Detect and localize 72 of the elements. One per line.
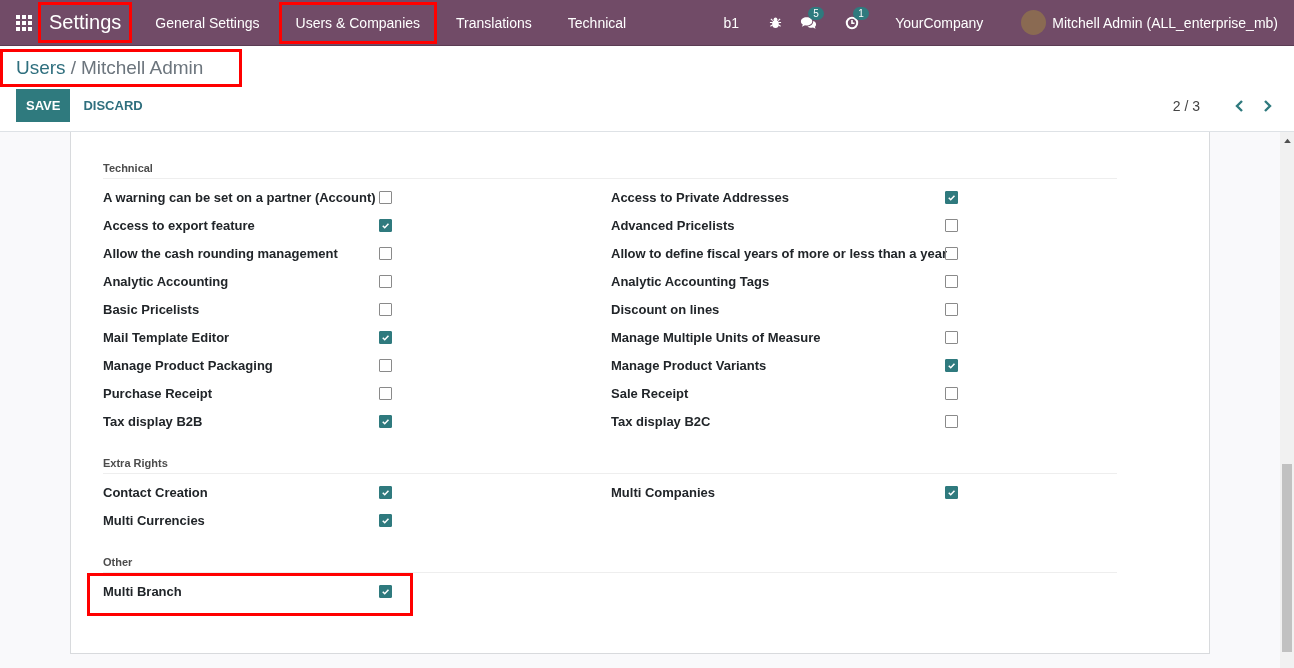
checkbox[interactable]	[379, 414, 392, 428]
chat-bubbles-icon[interactable]	[800, 15, 818, 30]
bug-icon[interactable]	[769, 16, 783, 29]
checkbox[interactable]	[945, 218, 958, 232]
breadcrumb-separator: /	[70, 57, 76, 79]
field-label: Sale Receipt	[611, 385, 690, 401]
checkbox[interactable]	[945, 302, 958, 316]
checkbox[interactable]	[379, 358, 392, 372]
section-title: Extra Rights	[103, 457, 1117, 474]
checkbox[interactable]	[945, 358, 958, 372]
checkbox[interactable]	[945, 414, 958, 428]
scroll-up-icon[interactable]	[1283, 138, 1291, 143]
field-label: Manage Multiple Units of Measure	[611, 329, 822, 345]
branch-label[interactable]: b1	[723, 14, 740, 31]
field-label: Manage Product Variants	[611, 357, 768, 373]
field-label: Multi Companies	[611, 484, 716, 500]
field-label: Advanced Pricelists	[611, 217, 736, 233]
field-label: A warning can be set on a partner (Account)	[103, 189, 377, 205]
field-label: Access to Private Addresses	[611, 189, 790, 205]
field-label: Allow the cash rounding management	[103, 245, 339, 261]
field-label: Analytic Accounting Tags	[611, 273, 771, 289]
field-label: Discount on lines	[611, 301, 721, 317]
checkbox[interactable]	[379, 485, 392, 499]
checkbox[interactable]	[945, 246, 958, 260]
checkbox[interactable]	[379, 330, 392, 344]
field-label: Access to export feature	[103, 217, 256, 233]
checkbox[interactable]	[379, 513, 392, 527]
breadcrumb-link[interactable]: Users	[16, 57, 66, 79]
section-title: Other	[103, 556, 1117, 573]
field-label: Tax display B2C	[611, 413, 712, 429]
field-label: Purchase Receipt	[103, 385, 214, 401]
scrollbar-thumb[interactable]	[1282, 464, 1292, 652]
checkbox[interactable]	[379, 584, 392, 598]
clock-icon[interactable]	[845, 15, 860, 30]
checkbox[interactable]	[945, 190, 958, 204]
section-title: Technical	[103, 162, 1117, 179]
field-label: Allow to define fiscal years of more or less than a year	[611, 245, 945, 261]
next-record-icon[interactable]	[1262, 99, 1272, 112]
checkbox[interactable]	[945, 386, 958, 400]
previous-record-icon[interactable]	[1235, 99, 1245, 112]
company-switcher[interactable]: YourCompany	[895, 14, 984, 31]
menu-item[interactable]: Translations	[439, 1, 549, 44]
checkbox[interactable]	[379, 190, 392, 204]
scrollbar[interactable]	[1280, 132, 1294, 668]
field-label: Mail Template Editor	[103, 329, 231, 345]
checkbox[interactable]	[379, 302, 392, 316]
checkbox[interactable]	[379, 386, 392, 400]
checkbox[interactable]	[379, 246, 392, 260]
discard-button[interactable]: DISCARD	[70, 89, 156, 122]
apps-grid-icon[interactable]	[16, 14, 32, 31]
pager-value: 2 / 3	[1172, 97, 1200, 114]
checkbox[interactable]	[945, 330, 958, 344]
menu-item[interactable]: Users & Companies	[278, 1, 438, 44]
menu-item[interactable]: General Settings	[138, 1, 277, 44]
checkbox[interactable]	[945, 274, 958, 288]
field-label: Contact Creation	[103, 484, 209, 500]
field-label: Basic Pricelists	[103, 301, 201, 317]
checkbox[interactable]	[379, 274, 392, 288]
menu-item[interactable]: Technical	[550, 1, 644, 44]
checkbox[interactable]	[945, 485, 958, 499]
field-label: Analytic Accounting	[103, 273, 230, 289]
save-button[interactable]: SAVE	[16, 89, 71, 122]
field-label: Manage Product Packaging	[103, 357, 274, 373]
field-label: Tax display B2B	[103, 413, 204, 429]
activity-count-badge: 1	[853, 6, 869, 20]
app-title[interactable]: Settings	[38, 2, 133, 43]
field-label: Multi Currencies	[103, 512, 206, 528]
checkbox[interactable]	[379, 218, 392, 232]
field-label: Multi Branch	[103, 583, 183, 599]
user-menu[interactable]: Mitchell Admin (ALL_enterprise_mb)	[1052, 14, 1278, 31]
message-count-badge: 5	[808, 6, 824, 20]
breadcrumb-current: Mitchell Admin	[80, 57, 204, 79]
